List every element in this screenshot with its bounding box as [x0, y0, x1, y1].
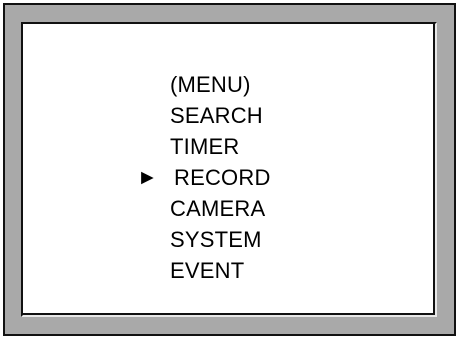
main-menu: (MENU) ► SEARCH ► TIMER ► RECORD ► CAMER…	[137, 69, 271, 286]
menu-item-timer[interactable]: ► TIMER	[170, 131, 271, 162]
selection-arrow-icon: ►	[137, 166, 158, 189]
menu-item-camera[interactable]: ► CAMERA	[170, 193, 271, 224]
menu-item-search[interactable]: ► SEARCH	[170, 100, 271, 131]
osd-screen: (MENU) ► SEARCH ► TIMER ► RECORD ► CAMER…	[21, 22, 437, 317]
monitor-frame: (MENU) ► SEARCH ► TIMER ► RECORD ► CAMER…	[3, 3, 456, 336]
menu-title: (MENU)	[170, 72, 251, 97]
menu-item-record[interactable]: ► RECORD	[137, 162, 271, 193]
menu-item-label: SEARCH	[170, 103, 263, 128]
menu-item-system[interactable]: ► SYSTEM	[170, 224, 271, 255]
menu-item-label: SYSTEM	[170, 227, 262, 252]
menu-item-label: RECORD	[174, 165, 271, 190]
menu-item-label: TIMER	[170, 134, 240, 159]
menu-item-label: EVENT	[170, 258, 245, 283]
menu-item-label: CAMERA	[170, 196, 266, 221]
menu-item-event[interactable]: ► EVENT	[170, 255, 271, 286]
